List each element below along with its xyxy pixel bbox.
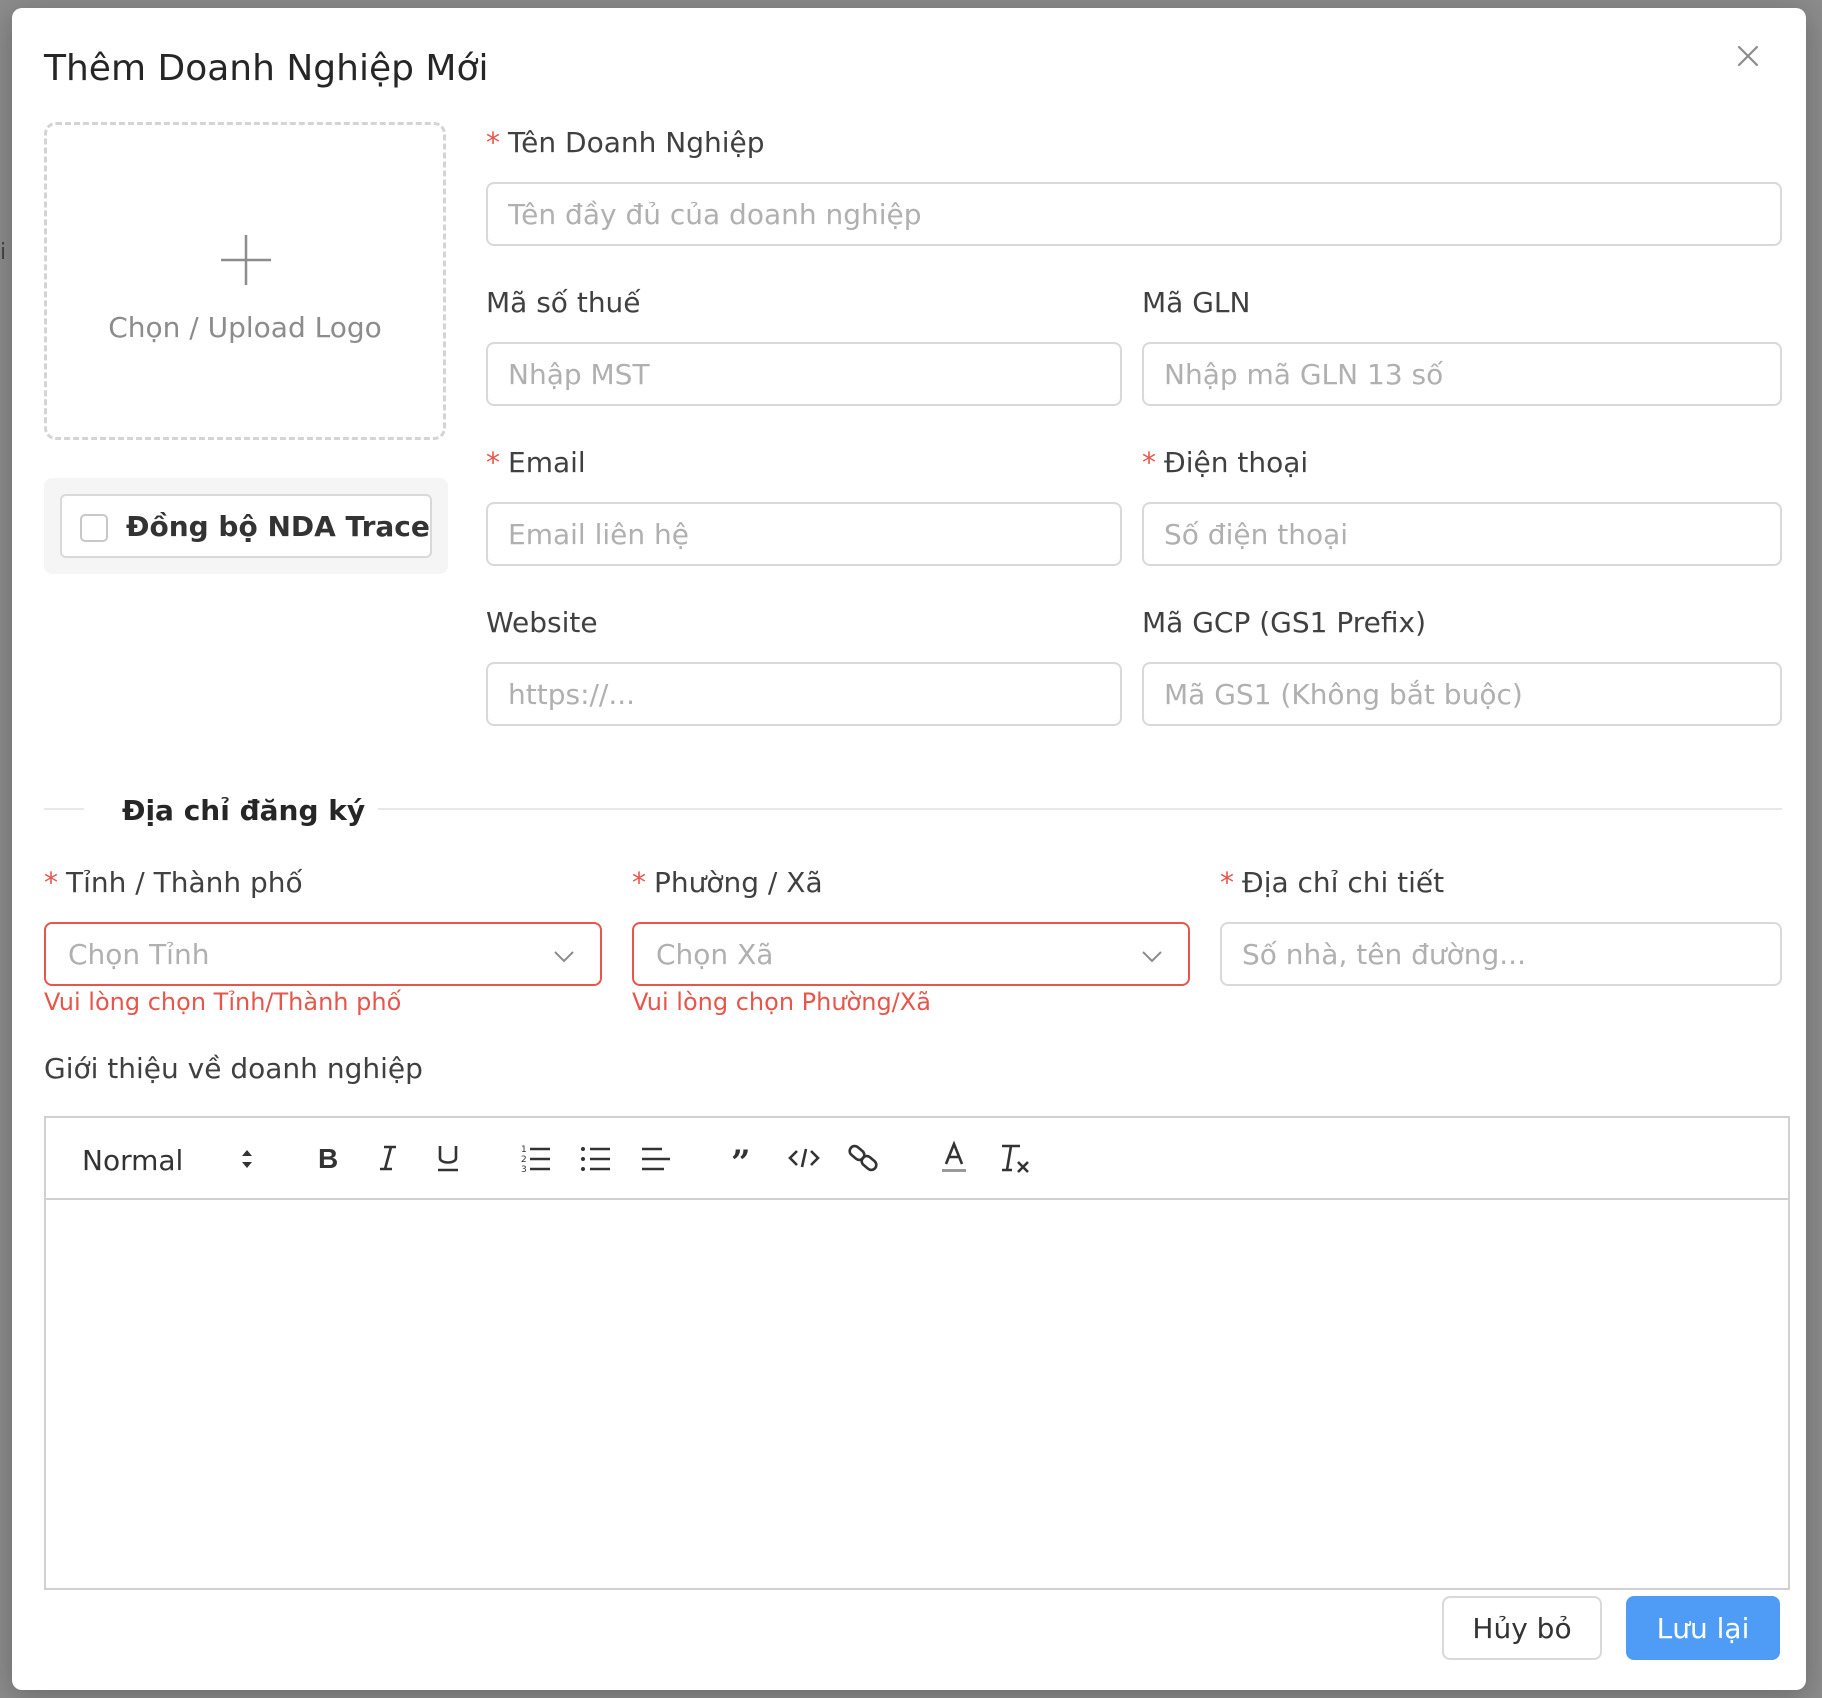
province-error: Vui lòng chọn Tỉnh/Thành phố <box>44 988 402 1016</box>
tax-code-label: Mã số thuế <box>486 286 641 319</box>
province-label-text: Tỉnh / Thành phố <box>66 866 303 899</box>
email-label-text: Email <box>508 446 586 479</box>
gcp-label: Mã GCP (GS1 Prefix) <box>1142 606 1427 639</box>
dialog-title: Thêm Doanh Nghiệp Mới <box>44 48 489 89</box>
svg-text:”: ” <box>731 1143 751 1176</box>
save-button[interactable]: Lưu lại <box>1626 1596 1780 1660</box>
close-icon[interactable] <box>1730 38 1766 74</box>
checkbox-icon[interactable] <box>80 514 108 542</box>
province-select[interactable]: Chọn Tỉnh <box>44 922 602 986</box>
ward-label-text: Phường / Xã <box>654 866 823 899</box>
svg-text:2: 2 <box>521 1155 527 1165</box>
cancel-button[interactable]: Hủy bỏ <box>1442 1596 1602 1660</box>
address-section-title: Địa chỉ đăng ký <box>122 794 366 827</box>
required-mark: * <box>486 126 500 159</box>
gln-label: Mã GLN <box>1142 286 1251 319</box>
code-icon[interactable] <box>782 1136 826 1180</box>
backdrop-text: i <box>0 240 7 265</box>
detail-address-label-text: Địa chỉ chi tiết <box>1242 866 1445 899</box>
phone-label: * Điện thoại <box>1142 446 1308 479</box>
tax-code-input[interactable] <box>486 342 1122 406</box>
company-name-label-text: Tên Doanh Nghiệp <box>508 126 765 159</box>
align-icon[interactable] <box>634 1136 678 1180</box>
editor-content-area[interactable] <box>46 1202 1788 1588</box>
province-label: * Tỉnh / Thành phố <box>44 866 303 899</box>
chevron-down-icon <box>552 944 576 968</box>
province-placeholder: Chọn Tỉnh <box>68 938 210 971</box>
website-label: Website <box>486 606 598 639</box>
company-name-label: * Tên Doanh Nghiệp <box>486 126 765 159</box>
ward-label: * Phường / Xã <box>632 866 823 899</box>
company-name-input[interactable] <box>486 182 1782 246</box>
sync-label: Đồng bộ NDA Trace <box>126 510 430 543</box>
email-label: * Email <box>486 446 586 479</box>
link-icon[interactable] <box>842 1136 886 1180</box>
svg-text:3: 3 <box>521 1165 527 1175</box>
format-select-label: Normal <box>82 1144 184 1177</box>
gln-input[interactable] <box>1142 342 1782 406</box>
italic-icon[interactable] <box>366 1136 410 1180</box>
required-mark: * <box>44 866 58 899</box>
bold-icon[interactable]: B <box>306 1136 350 1180</box>
sort-arrows-icon <box>242 1150 252 1168</box>
required-mark: * <box>486 446 500 479</box>
svg-text:B: B <box>318 1143 338 1174</box>
ordered-list-icon[interactable]: 1 2 3 <box>514 1136 558 1180</box>
chevron-down-icon <box>1140 944 1164 968</box>
email-input[interactable] <box>486 502 1122 566</box>
gcp-input[interactable] <box>1142 662 1782 726</box>
bullet-list-icon[interactable] <box>574 1136 618 1180</box>
format-select[interactable]: Normal <box>76 1140 256 1178</box>
rich-text-editor: Normal B 1 2 3 ” <box>44 1116 1790 1590</box>
intro-label: Giới thiệu về doanh nghiệp <box>44 1052 423 1085</box>
underline-icon[interactable] <box>426 1136 470 1180</box>
phone-input[interactable] <box>1142 502 1782 566</box>
required-mark: * <box>632 866 646 899</box>
section-divider-right <box>378 808 1782 810</box>
add-company-dialog: Thêm Doanh Nghiệp Mới Chọn / Upload Logo… <box>12 8 1806 1690</box>
clear-format-icon[interactable] <box>992 1136 1036 1180</box>
plus-icon <box>219 233 273 287</box>
ward-error: Vui lòng chọn Phường/Xã <box>632 988 931 1016</box>
sync-panel: Đồng bộ NDA Trace <box>44 478 448 574</box>
detail-address-input[interactable] <box>1220 922 1782 986</box>
detail-address-label: * Địa chỉ chi tiết <box>1220 866 1444 899</box>
text-color-icon[interactable] <box>932 1136 976 1180</box>
phone-label-text: Điện thoại <box>1164 446 1309 479</box>
logo-upload[interactable]: Chọn / Upload Logo <box>44 122 446 440</box>
website-input[interactable] <box>486 662 1122 726</box>
blockquote-icon[interactable]: ” <box>722 1136 766 1180</box>
required-mark: * <box>1142 446 1156 479</box>
upload-logo-label: Chọn / Upload Logo <box>108 311 382 344</box>
section-divider-left <box>44 808 84 810</box>
ward-placeholder: Chọn Xã <box>656 938 774 971</box>
editor-toolbar: Normal B 1 2 3 ” <box>46 1118 1788 1200</box>
svg-text:1: 1 <box>521 1145 527 1155</box>
sync-nda-trace-checkbox[interactable]: Đồng bộ NDA Trace <box>60 494 432 558</box>
required-mark: * <box>1220 866 1234 899</box>
ward-select[interactable]: Chọn Xã <box>632 922 1190 986</box>
